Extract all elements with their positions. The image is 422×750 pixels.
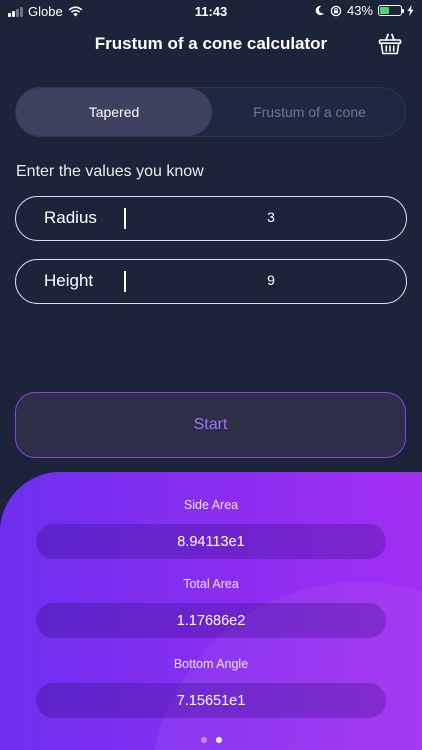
radius-caret [124,208,126,229]
side-area-label: Side Area [183,498,239,512]
height-label: Height [44,271,94,290]
basket-icon[interactable] [378,33,402,55]
status-right: 43% [314,3,414,18]
moon-icon [315,5,324,16]
rotation-lock-icon [330,5,342,16]
battery-level [380,7,389,14]
tab-frustum-of-a-cone[interactable]: Frustum of a cone [212,88,407,136]
page-title: Frustum of a cone calculator [94,34,328,53]
radius-label: Radius [44,208,97,227]
tab-tapered[interactable]: Tapered [16,88,212,136]
start-button[interactable]: Start [15,392,406,458]
battery-percent: 43% [346,3,373,18]
bottom-angle-value: 7.15651e1 [36,683,386,718]
radius-input[interactable]: 3 [136,209,406,225]
battery-icon [378,5,404,16]
page-dot-1[interactable] [200,737,207,743]
results-panel: Side Area 8.94113e1 Total Area 1.17686e2… [0,472,422,750]
charging-icon [407,5,414,16]
app-screen: Globe 11:43 43% Frustum of a cone calcul… [0,0,422,750]
bottom-angle-label: Bottom Angle [173,657,249,671]
total-area-label: Total Area [183,577,239,591]
form-prompt: Enter the values you know [16,163,204,180]
status-bar: Globe 11:43 43% [0,0,422,22]
side-area-value: 8.94113e1 [36,524,386,559]
mode-tabs: Tapered Frustum of a cone [15,87,406,137]
total-area-value: 1.17686e2 [36,603,386,638]
page-indicator [0,737,422,743]
height-field[interactable]: Height 9 [15,259,407,304]
radius-field[interactable]: Radius 3 [15,196,407,241]
height-input[interactable]: 9 [136,272,406,288]
height-caret [124,271,126,292]
page-dot-2[interactable] [215,737,222,743]
